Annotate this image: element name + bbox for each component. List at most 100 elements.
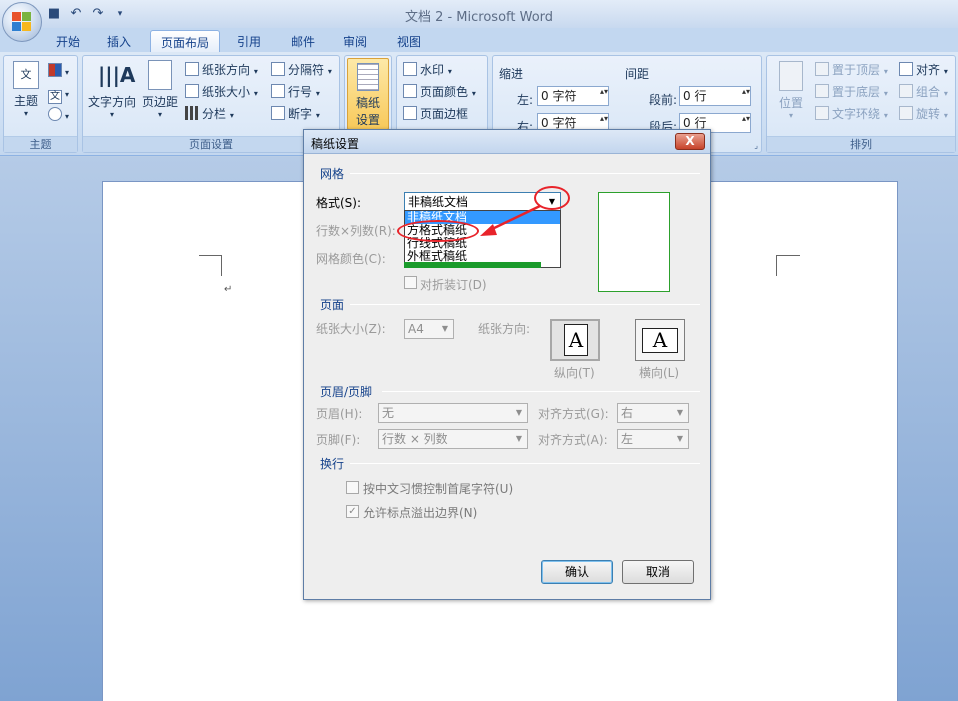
rotate-icon [899, 106, 913, 120]
theme-fonts-button[interactable]: 文 ▾ [48, 84, 69, 104]
chinese-rules-label: 按中文习惯控制首尾字符(U) [363, 482, 514, 496]
footer-label: 页脚(F): [316, 433, 361, 447]
portrait-button[interactable]: A [550, 319, 600, 361]
crop-mark-right [776, 255, 800, 276]
tab-page-layout[interactable]: 页面布局 [150, 30, 220, 52]
paragraph-mark-icon: ↵ [224, 284, 233, 295]
portrait-label: 纵向(T) [554, 366, 595, 380]
rotate-button[interactable]: 旋转 ▾ [899, 105, 948, 123]
manuscript-grid-icon [357, 63, 379, 91]
align-icon [899, 62, 913, 76]
ok-button[interactable]: 确认 [541, 560, 613, 584]
office-button[interactable] [2, 2, 42, 42]
bring-to-front-button[interactable]: 置于顶层 ▾ [815, 61, 888, 79]
page-color-icon [403, 84, 417, 98]
office-logo-icon [12, 12, 32, 32]
chevron-down-icon: ▼ [676, 408, 684, 417]
tab-mailings[interactable]: 邮件 [282, 30, 324, 52]
breaks-button[interactable]: 分隔符 ▾ [271, 61, 332, 79]
tab-references[interactable]: 引用 [228, 30, 270, 52]
hyphenation-button[interactable]: 断字 ▾ [271, 105, 320, 123]
rows-cols-label: 行数×列数(R): [316, 224, 396, 238]
group-label-arrange: 排列 [767, 136, 955, 152]
chevron-down-icon: ▼ [515, 434, 523, 443]
chinese-rules-checkbox[interactable] [346, 481, 359, 494]
paragraph-dialog-launcher-icon[interactable]: ⌟ [754, 141, 758, 150]
punctuation-overflow-checkbox[interactable]: ✓ [346, 505, 359, 518]
indent-left-label: 左: [517, 93, 534, 107]
header-label: 页眉(H): [316, 407, 363, 421]
format-select-value: 非稿纸文档 [408, 195, 469, 209]
tab-review[interactable]: 审阅 [334, 30, 376, 52]
tab-home[interactable]: 开始 [48, 30, 88, 52]
columns-button[interactable]: 分栏 ▾ [185, 105, 234, 123]
cancel-button[interactable]: 取消 [622, 560, 694, 584]
page-color-button[interactable]: 页面颜色 ▾ [403, 83, 476, 101]
group-icon [899, 84, 913, 98]
theme-effects-icon [48, 107, 62, 121]
footer-value: 行数 × 列数 [382, 432, 448, 446]
header-align-value: 右 [621, 406, 634, 420]
header-value: 无 [382, 406, 395, 420]
watermark-url: jingyan.baidu.com [752, 661, 872, 676]
paper-size-label: 纸张大小(Z): [316, 322, 386, 336]
text-wrap-icon [815, 106, 829, 120]
grid-section-divider [350, 173, 700, 174]
watermark-brand: Baidu经验 [732, 625, 885, 658]
text-direction-label: 文字方向 [87, 95, 136, 109]
paper-size-value: A4 [408, 322, 424, 336]
header-select[interactable]: 无 ▼ [378, 403, 528, 423]
title-bar: ■ ↶ ↷ ▾ 文档 2 - Microsoft Word [0, 0, 958, 28]
dialog-title-bar[interactable]: 稿纸设置 X [304, 130, 710, 154]
watermark-button[interactable]: 水印 ▾ [403, 61, 452, 79]
grid-color-swatch [404, 262, 541, 268]
group-page-setup: |||A 文字方向 ▾ 页边距 ▾ 纸张方向 ▾ 纸张大小 ▾ 分栏 ▾ 分隔符… [82, 55, 340, 153]
text-direction-button[interactable]: |||A 文字方向 ▾ [87, 60, 137, 119]
indent-left-input[interactable]: 0 字符 [537, 86, 609, 106]
close-icon[interactable]: X [675, 133, 705, 150]
manuscript-settings-button[interactable]: 稿纸 设置 [347, 58, 389, 130]
grid-section-title: 网格 [320, 167, 345, 181]
columns-icon [185, 106, 199, 120]
margins-button[interactable]: 页边距 ▾ [139, 60, 181, 119]
chevron-down-icon: ▼ [441, 324, 449, 333]
tab-view[interactable]: 视图 [388, 30, 430, 52]
spacing-before-input[interactable]: 0 行 [679, 86, 751, 106]
chevron-down-icon: ▼ [676, 434, 684, 443]
theme-colors-icon [48, 63, 62, 77]
spacing-before-label: 段前: [649, 93, 678, 107]
watermark-icon [403, 62, 417, 76]
chevron-down-icon: ▼ [515, 408, 523, 417]
themes-button[interactable]: 文 主题 ▾ [8, 61, 44, 118]
header-align-select[interactable]: 右 ▼ [617, 403, 689, 423]
position-label: 位置 [778, 96, 803, 110]
position-button[interactable]: 位置 ▾ [771, 61, 811, 120]
annotation-ellipse-arrow [534, 186, 570, 210]
send-to-back-button[interactable]: 置于底层 ▾ [815, 83, 888, 101]
size-button[interactable]: 纸张大小 ▾ [185, 83, 258, 101]
header-align-label: 对齐方式(G): [538, 407, 609, 421]
group-label-page-setup: 页面设置 [83, 136, 339, 152]
page-borders-icon [403, 106, 417, 120]
group-button[interactable]: 组合 ▾ [899, 83, 948, 101]
size-icon [185, 84, 199, 98]
tab-insert[interactable]: 插入 [98, 30, 140, 52]
footer-align-label: 对齐方式(A): [538, 433, 608, 447]
theme-effects-button[interactable]: ▾ [48, 106, 69, 124]
landscape-button[interactable]: A [635, 319, 685, 361]
orientation-button[interactable]: 纸张方向 ▾ [185, 61, 258, 79]
footer-select[interactable]: 行数 × 列数 ▼ [378, 429, 528, 449]
grid-preview [598, 192, 670, 292]
themes-label: 主题 [13, 94, 38, 108]
wrap-section-divider [350, 463, 700, 464]
theme-colors-button[interactable]: ▾ [48, 62, 69, 80]
footer-align-value: 左 [621, 432, 634, 446]
line-numbers-button[interactable]: 行号 ▾ [271, 83, 320, 101]
page-borders-button[interactable]: 页面边框 [403, 105, 468, 123]
align-button[interactable]: 对齐 ▾ [899, 61, 948, 79]
paper-size-select[interactable]: A4 ▼ [404, 319, 454, 339]
margins-icon [148, 60, 172, 90]
text-wrap-button[interactable]: 文字环绕 ▾ [815, 105, 888, 123]
fold-binding-checkbox[interactable] [404, 276, 417, 289]
footer-align-select[interactable]: 左 ▼ [617, 429, 689, 449]
